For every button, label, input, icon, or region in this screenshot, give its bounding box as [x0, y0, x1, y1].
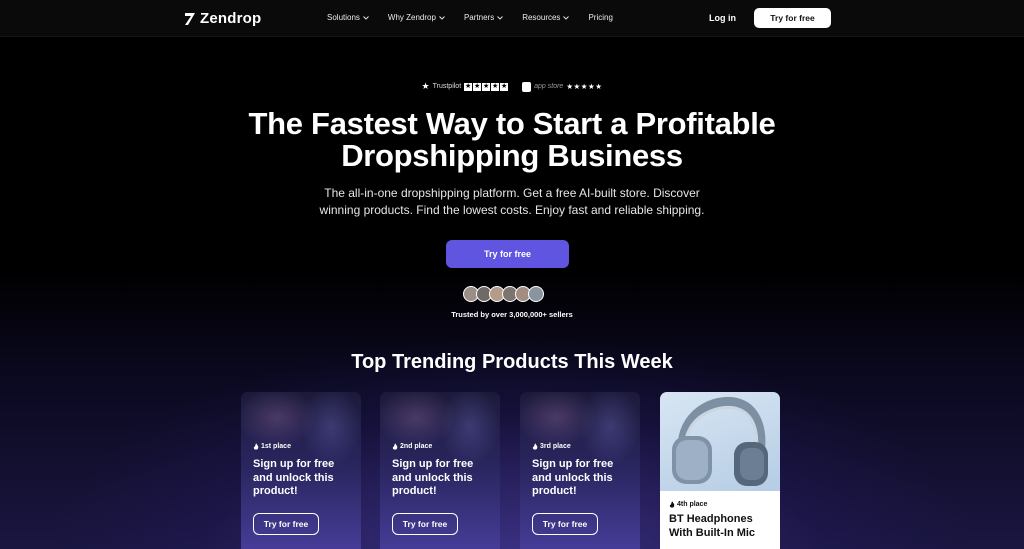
- card-try-free-button[interactable]: Try for free: [532, 513, 598, 535]
- menu-item-label: Resources: [522, 13, 561, 22]
- place-label: 2nd place: [400, 443, 433, 450]
- card-try-free-button[interactable]: Try for free: [253, 513, 319, 535]
- chevron-down-icon: [563, 15, 570, 20]
- main-menu: Solutions Why Zendrop Partners Resources…: [327, 13, 632, 22]
- menu-item-label: Why Zendrop: [387, 13, 436, 22]
- trustpilot-rating: ★ Trustpilot ★ ★ ★ ★ ★: [422, 81, 509, 92]
- unlock-text: Sign up for free and unlock this product…: [392, 458, 474, 497]
- star-icon: ★: [482, 82, 491, 91]
- logo[interactable]: Zendrop: [184, 10, 261, 27]
- product-card-locked: 1st place Sign up for free and unlock th…: [241, 392, 361, 549]
- place-badge: 2nd place: [392, 443, 432, 450]
- unlock-text: Sign up for free and unlock this product…: [253, 458, 335, 497]
- place-badge: 3rd place: [532, 443, 571, 450]
- zendrop-logo-icon: [185, 12, 195, 25]
- hero-subtitle: The all-in-one dropshipping platform. Ge…: [0, 185, 1024, 218]
- unlock-text: Sign up for free and unlock this product…: [532, 458, 614, 497]
- menu-item-why-zendrop[interactable]: Why Zendrop: [388, 13, 445, 22]
- trustpilot-star-icon: ★: [421, 81, 430, 91]
- product-card-featured[interactable]: 4th place BT Headphones With Built-In Mi…: [660, 392, 780, 549]
- chevron-down-icon: [497, 15, 504, 20]
- headphones-product-image: [672, 396, 768, 486]
- menu-item-pricing[interactable]: Pricing: [588, 13, 612, 22]
- place-label: 4th place: [677, 501, 708, 508]
- flame-icon: [253, 443, 259, 450]
- trusted-by-text: Trusted by over 3,000,000+ sellers: [451, 310, 573, 319]
- star-icon: ★: [491, 82, 500, 91]
- appstore-rating: app store ★★★★★: [522, 81, 603, 92]
- trending-section-title: Top Trending Products This Week: [351, 351, 673, 373]
- trustpilot-label: Trustpilot: [432, 83, 462, 90]
- chevron-down-icon: [363, 15, 369, 20]
- trustpilot-stars: ★ ★ ★ ★ ★: [464, 82, 509, 91]
- hero-title-line: The Fastest Way to Start a Profitable: [248, 106, 776, 141]
- place-badge: 1st place: [253, 443, 291, 450]
- seller-avatars: [463, 286, 544, 302]
- hero-title-line: Dropshipping Business: [341, 138, 683, 173]
- appstore-label: app store: [534, 83, 564, 90]
- logo-text: Zendrop: [200, 10, 262, 27]
- product-card-locked: 2nd place Sign up for free and unlock th…: [380, 392, 500, 549]
- place-label: 3rd place: [540, 443, 571, 450]
- place-badge: 4th place: [669, 501, 707, 508]
- menu-item-solutions[interactable]: Solutions: [327, 13, 369, 22]
- shopify-bag-icon: [522, 81, 532, 92]
- nav-try-free-button[interactable]: Try for free: [754, 8, 831, 28]
- menu-item-resources[interactable]: Resources: [522, 13, 570, 22]
- avatar: [528, 286, 544, 302]
- star-icon: ★: [473, 82, 482, 91]
- menu-item-label: Solutions: [327, 13, 360, 22]
- top-navbar: Zendrop Solutions Why Zendrop Partners R…: [0, 0, 1024, 37]
- star-icon: ★: [500, 82, 509, 91]
- menu-item-label: Pricing: [588, 13, 613, 22]
- hero-try-free-button[interactable]: Try for free: [446, 240, 569, 268]
- hero-subtitle-line: The all-in-one dropshipping platform. Ge…: [324, 186, 700, 200]
- product-name: BT Headphones With Built-In Mic: [669, 513, 756, 539]
- flame-icon: [669, 501, 675, 508]
- flame-icon: [532, 443, 538, 450]
- product-card-locked: 3rd place Sign up for free and unlock th…: [520, 392, 640, 549]
- appstore-stars: ★★★★★: [566, 82, 603, 91]
- flame-icon: [392, 443, 398, 450]
- card-try-free-button[interactable]: Try for free: [392, 513, 458, 535]
- star-icon: ★: [464, 82, 473, 91]
- place-label: 1st place: [261, 443, 291, 450]
- menu-item-partners[interactable]: Partners: [463, 13, 504, 22]
- login-link[interactable]: Log in: [709, 13, 736, 23]
- chevron-down-icon: [439, 15, 445, 20]
- hero-subtitle-line: winning products. Find the lowest costs.…: [319, 202, 705, 217]
- hero-title: The Fastest Way to Start a Profitable Dr…: [0, 108, 1024, 172]
- menu-item-label: Partners: [463, 13, 495, 22]
- ratings-bar: ★ Trustpilot ★ ★ ★ ★ ★ app store ★★★★★: [0, 81, 1024, 92]
